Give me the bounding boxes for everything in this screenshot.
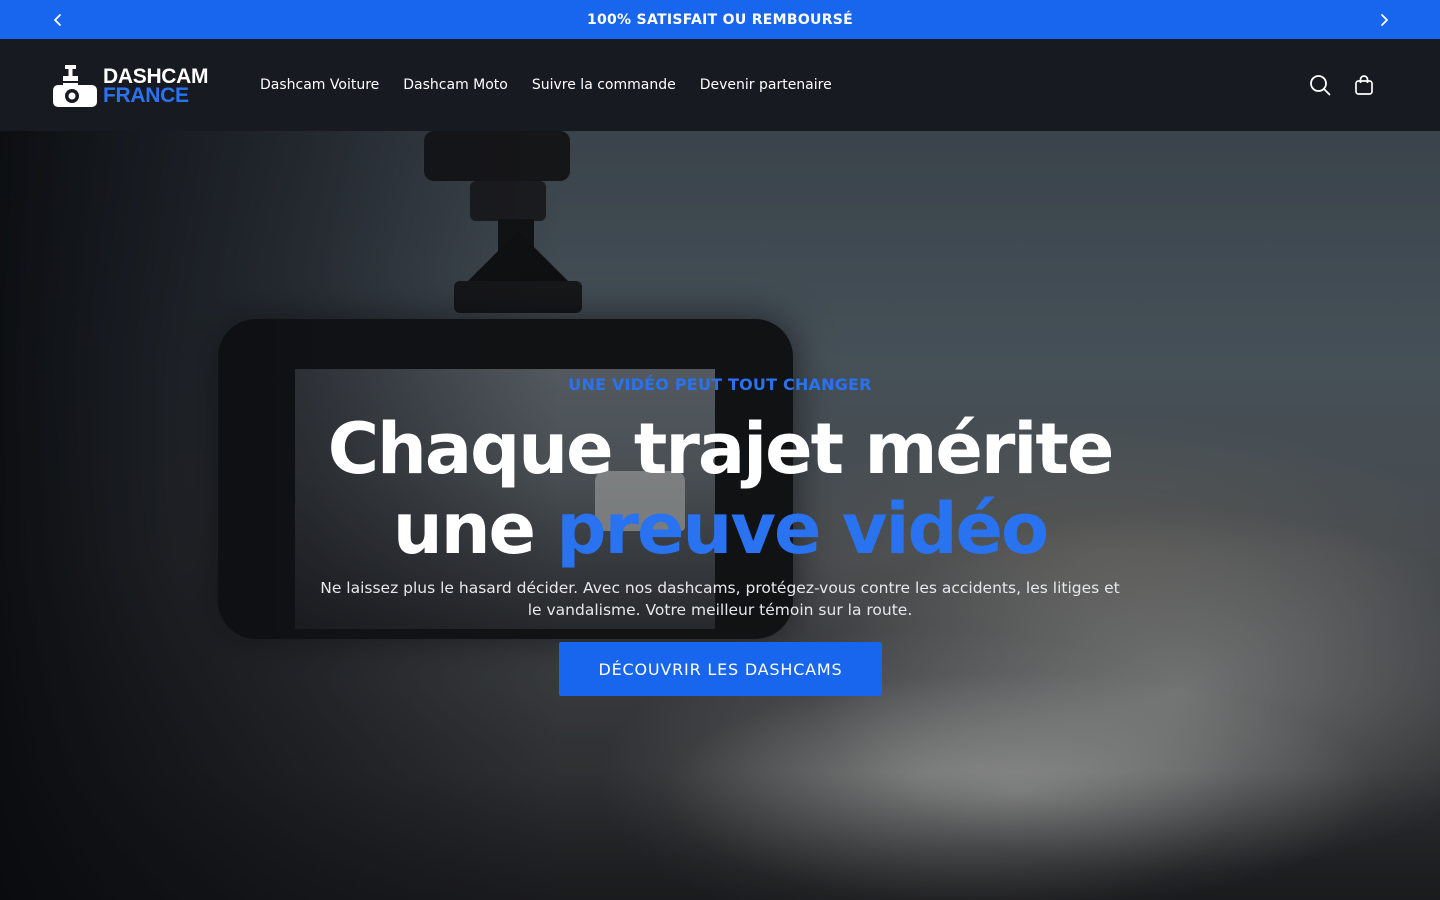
nav-item-dashcam-moto[interactable]: Dashcam Moto (403, 77, 508, 93)
announcement-text: 100% SATISFAIT OU REMBOURSÉ (586, 11, 854, 28)
dashcam-logo-icon (53, 65, 97, 107)
site-logo[interactable]: DASHCAM FRANCE (52, 63, 222, 109)
hero-banner: UNE VIDÉO PEUT TOUT CHANGER Chaque traje… (0, 131, 1440, 900)
shopping-bag-icon (1355, 75, 1373, 95)
logo-wordmark: DASHCAM FRANCE (103, 66, 209, 107)
main-nav: Dashcam Voiture Dashcam Moto Suivre la c… (260, 39, 832, 131)
announcement-next-button[interactable] (1364, 0, 1403, 39)
headline-line-2-plain: une (392, 488, 536, 570)
chevron-left-icon (53, 13, 61, 26)
search-icon (1310, 75, 1331, 96)
site-header: DASHCAM FRANCE Dashcam Voiture Dashcam M… (0, 39, 1440, 131)
logo-line-2: FRANCE (103, 84, 189, 107)
headline-line-2-accent: preuve vidéo (556, 488, 1049, 570)
nav-item-devenir-partenaire[interactable]: Devenir partenaire (700, 77, 832, 93)
hero-content: UNE VIDÉO PEUT TOUT CHANGER Chaque traje… (0, 131, 1440, 900)
hero-eyebrow: UNE VIDÉO PEUT TOUT CHANGER (568, 375, 872, 394)
nav-item-dashcam-voiture[interactable]: Dashcam Voiture (260, 77, 379, 93)
search-button[interactable] (1308, 73, 1332, 97)
chevron-right-icon (1380, 13, 1388, 26)
hero-subtext: Ne laissez plus le hasard décider. Avec … (320, 579, 1120, 619)
discover-dashcams-button[interactable]: DÉCOUVRIR LES DASHCAMS (559, 642, 882, 696)
headline-line-1: Chaque trajet mérite (327, 408, 1115, 490)
cart-button[interactable] (1352, 73, 1376, 97)
announcement-prev-button[interactable] (38, 0, 77, 39)
announcement-bar: 100% SATISFAIT OU REMBOURSÉ (0, 0, 1440, 39)
nav-item-suivre-commande[interactable]: Suivre la commande (532, 77, 676, 93)
hero-headline: Chaque trajet mérite une preuve vidéo (0, 409, 1440, 569)
